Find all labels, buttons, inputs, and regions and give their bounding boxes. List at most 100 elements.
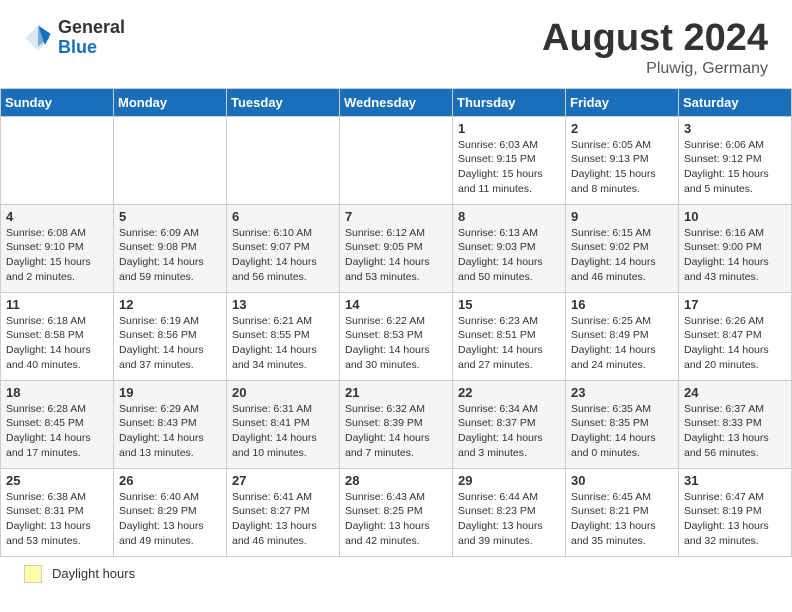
calendar-day-cell: 21Sunrise: 6:32 AM Sunset: 8:39 PM Dayli…	[340, 380, 453, 468]
day-info: Sunrise: 6:25 AM Sunset: 8:49 PM Dayligh…	[571, 314, 673, 373]
logo-blue-text: Blue	[58, 38, 125, 58]
calendar-header-wednesday: Wednesday	[340, 88, 453, 116]
calendar-header-thursday: Thursday	[453, 88, 566, 116]
logo: General Blue	[24, 18, 125, 58]
day-info: Sunrise: 6:10 AM Sunset: 9:07 PM Dayligh…	[232, 226, 334, 285]
day-number: 2	[571, 121, 673, 136]
day-number: 10	[684, 209, 786, 224]
day-number: 23	[571, 385, 673, 400]
calendar-header-friday: Friday	[566, 88, 679, 116]
day-info: Sunrise: 6:34 AM Sunset: 8:37 PM Dayligh…	[458, 402, 560, 461]
calendar-day-cell: 26 Sunrise: 6:40 AM Sunset: 8:29 PM Dayli…	[114, 468, 227, 556]
calendar-day-cell: 1 Sunrise: 6:03 AM Sunset: 9:15 PM Daylig…	[453, 116, 566, 204]
day-info: Sunrise: 6:26 AM Sunset: 8:47 PM Dayligh…	[684, 314, 786, 373]
day-number: 11	[6, 297, 108, 312]
month-title: August 2024	[542, 18, 768, 60]
day-info: Sunrise: 6:40 AM Sunset: 8:29 PM Dayligh…	[119, 490, 221, 549]
calendar-day-cell: 22 Sunrise: 6:34 AM Sunset: 8:37 PM Dayli…	[453, 380, 566, 468]
calendar-day-cell: 19 Sunrise: 6:29 AM Sunset: 8:43 PM Dayli…	[114, 380, 227, 468]
calendar-day-cell: 3Sunrise: 6:06 AM Sunset: 9:12 PM Daylig…	[679, 116, 792, 204]
day-info: Sunrise: 6:15 AM Sunset: 9:02 PM Dayligh…	[571, 226, 673, 285]
day-number: 27	[232, 473, 334, 488]
calendar-header-sunday: Sunday	[1, 88, 114, 116]
calendar-day-cell: 14 Sunrise: 6:22 AM Sunset: 8:53 PM Dayli…	[340, 292, 453, 380]
calendar-table: SundayMondayTuesdayWednesdayThursdayFrid…	[0, 88, 792, 557]
calendar-day-cell: 4Sunrise: 6:08 AM Sunset: 9:10 PM Daylig…	[1, 204, 114, 292]
day-info: Sunrise: 6:18 AM Sunset: 8:58 PM Dayligh…	[6, 314, 108, 373]
day-number: 16	[571, 297, 673, 312]
day-info: Sunrise: 6:05 AM Sunset: 9:13 PM Dayligh…	[571, 138, 673, 197]
calendar-day-cell: 18 Sunrise: 6:28 AM Sunset: 8:45 PM Dayli…	[1, 380, 114, 468]
calendar-week-row: 1 Sunrise: 6:03 AM Sunset: 9:15 PM Daylig…	[1, 116, 792, 204]
calendar-day-cell	[1, 116, 114, 204]
logo-icon	[24, 24, 52, 52]
logo-text: General Blue	[58, 18, 125, 58]
calendar-day-cell: 13Sunrise: 6:21 AM Sunset: 8:55 PM Dayli…	[227, 292, 340, 380]
day-number: 15	[458, 297, 560, 312]
day-info: Sunrise: 6:43 AM Sunset: 8:25 PM Dayligh…	[345, 490, 447, 549]
day-info: Sunrise: 6:41 AM Sunset: 8:27 PM Dayligh…	[232, 490, 334, 549]
day-number: 9	[571, 209, 673, 224]
calendar-day-cell: 30Sunrise: 6:45 AM Sunset: 8:21 PM Dayli…	[566, 468, 679, 556]
calendar-header-tuesday: Tuesday	[227, 88, 340, 116]
logo-general-text: General	[58, 18, 125, 38]
calendar-day-cell: 9 Sunrise: 6:15 AM Sunset: 9:02 PM Daylig…	[566, 204, 679, 292]
calendar-day-cell: 5 Sunrise: 6:09 AM Sunset: 9:08 PM Daylig…	[114, 204, 227, 292]
day-number: 24	[684, 385, 786, 400]
day-number: 13	[232, 297, 334, 312]
title-block: August 2024 Pluwig, Germany	[542, 18, 768, 78]
calendar-header-saturday: Saturday	[679, 88, 792, 116]
day-number: 5	[119, 209, 221, 224]
calendar-week-row: 25Sunrise: 6:38 AM Sunset: 8:31 PM Dayli…	[1, 468, 792, 556]
day-number: 8	[458, 209, 560, 224]
day-number: 6	[232, 209, 334, 224]
calendar-day-cell: 15Sunrise: 6:23 AM Sunset: 8:51 PM Dayli…	[453, 292, 566, 380]
day-number: 29	[458, 473, 560, 488]
calendar-day-cell: 8Sunrise: 6:13 AM Sunset: 9:03 PM Daylig…	[453, 204, 566, 292]
calendar-day-cell: 2 Sunrise: 6:05 AM Sunset: 9:13 PM Daylig…	[566, 116, 679, 204]
calendar-day-cell	[227, 116, 340, 204]
calendar-day-cell: 27 Sunrise: 6:41 AM Sunset: 8:27 PM Dayli…	[227, 468, 340, 556]
day-info: Sunrise: 6:28 AM Sunset: 8:45 PM Dayligh…	[6, 402, 108, 461]
day-number: 30	[571, 473, 673, 488]
day-info: Sunrise: 6:22 AM Sunset: 8:53 PM Dayligh…	[345, 314, 447, 373]
day-number: 19	[119, 385, 221, 400]
calendar-day-cell: 29 Sunrise: 6:44 AM Sunset: 8:23 PM Dayli…	[453, 468, 566, 556]
day-number: 22	[458, 385, 560, 400]
day-info: Sunrise: 6:31 AM Sunset: 8:41 PM Dayligh…	[232, 402, 334, 461]
calendar-header-row: SundayMondayTuesdayWednesdayThursdayFrid…	[1, 88, 792, 116]
day-number: 20	[232, 385, 334, 400]
location-label: Pluwig, Germany	[542, 60, 768, 78]
day-number: 28	[345, 473, 447, 488]
day-info: Sunrise: 6:12 AM Sunset: 9:05 PM Dayligh…	[345, 226, 447, 285]
day-number: 26	[119, 473, 221, 488]
day-info: Sunrise: 6:35 AM Sunset: 8:35 PM Dayligh…	[571, 402, 673, 461]
day-number: 21	[345, 385, 447, 400]
day-info: Sunrise: 6:06 AM Sunset: 9:12 PM Dayligh…	[684, 138, 786, 197]
day-number: 12	[119, 297, 221, 312]
daylight-box-icon	[24, 565, 42, 583]
calendar-day-cell	[340, 116, 453, 204]
calendar-day-cell: 31Sunrise: 6:47 AM Sunset: 8:19 PM Dayli…	[679, 468, 792, 556]
calendar-day-cell	[114, 116, 227, 204]
calendar-day-cell: 11 Sunrise: 6:18 AM Sunset: 8:58 PM Dayli…	[1, 292, 114, 380]
calendar-week-row: 18 Sunrise: 6:28 AM Sunset: 8:45 PM Dayli…	[1, 380, 792, 468]
calendar-day-cell: 20 Sunrise: 6:31 AM Sunset: 8:41 PM Dayli…	[227, 380, 340, 468]
calendar-day-cell: 28 Sunrise: 6:43 AM Sunset: 8:25 PM Dayli…	[340, 468, 453, 556]
day-info: Sunrise: 6:03 AM Sunset: 9:15 PM Dayligh…	[458, 138, 560, 197]
day-info: Sunrise: 6:38 AM Sunset: 8:31 PM Dayligh…	[6, 490, 108, 549]
calendar-day-cell: 24Sunrise: 6:37 AM Sunset: 8:33 PM Dayli…	[679, 380, 792, 468]
day-info: Sunrise: 6:44 AM Sunset: 8:23 PM Dayligh…	[458, 490, 560, 549]
day-number: 18	[6, 385, 108, 400]
calendar-day-cell: 16 Sunrise: 6:25 AM Sunset: 8:49 PM Dayli…	[566, 292, 679, 380]
day-info: Sunrise: 6:09 AM Sunset: 9:08 PM Dayligh…	[119, 226, 221, 285]
day-number: 17	[684, 297, 786, 312]
calendar-day-cell: 6 Sunrise: 6:10 AM Sunset: 9:07 PM Daylig…	[227, 204, 340, 292]
day-number: 14	[345, 297, 447, 312]
calendar-footer: Daylight hours	[0, 557, 792, 589]
day-number: 1	[458, 121, 560, 136]
day-info: Sunrise: 6:29 AM Sunset: 8:43 PM Dayligh…	[119, 402, 221, 461]
day-info: Sunrise: 6:19 AM Sunset: 8:56 PM Dayligh…	[119, 314, 221, 373]
day-info: Sunrise: 6:16 AM Sunset: 9:00 PM Dayligh…	[684, 226, 786, 285]
calendar-day-cell: 10 Sunrise: 6:16 AM Sunset: 9:00 PM Dayli…	[679, 204, 792, 292]
